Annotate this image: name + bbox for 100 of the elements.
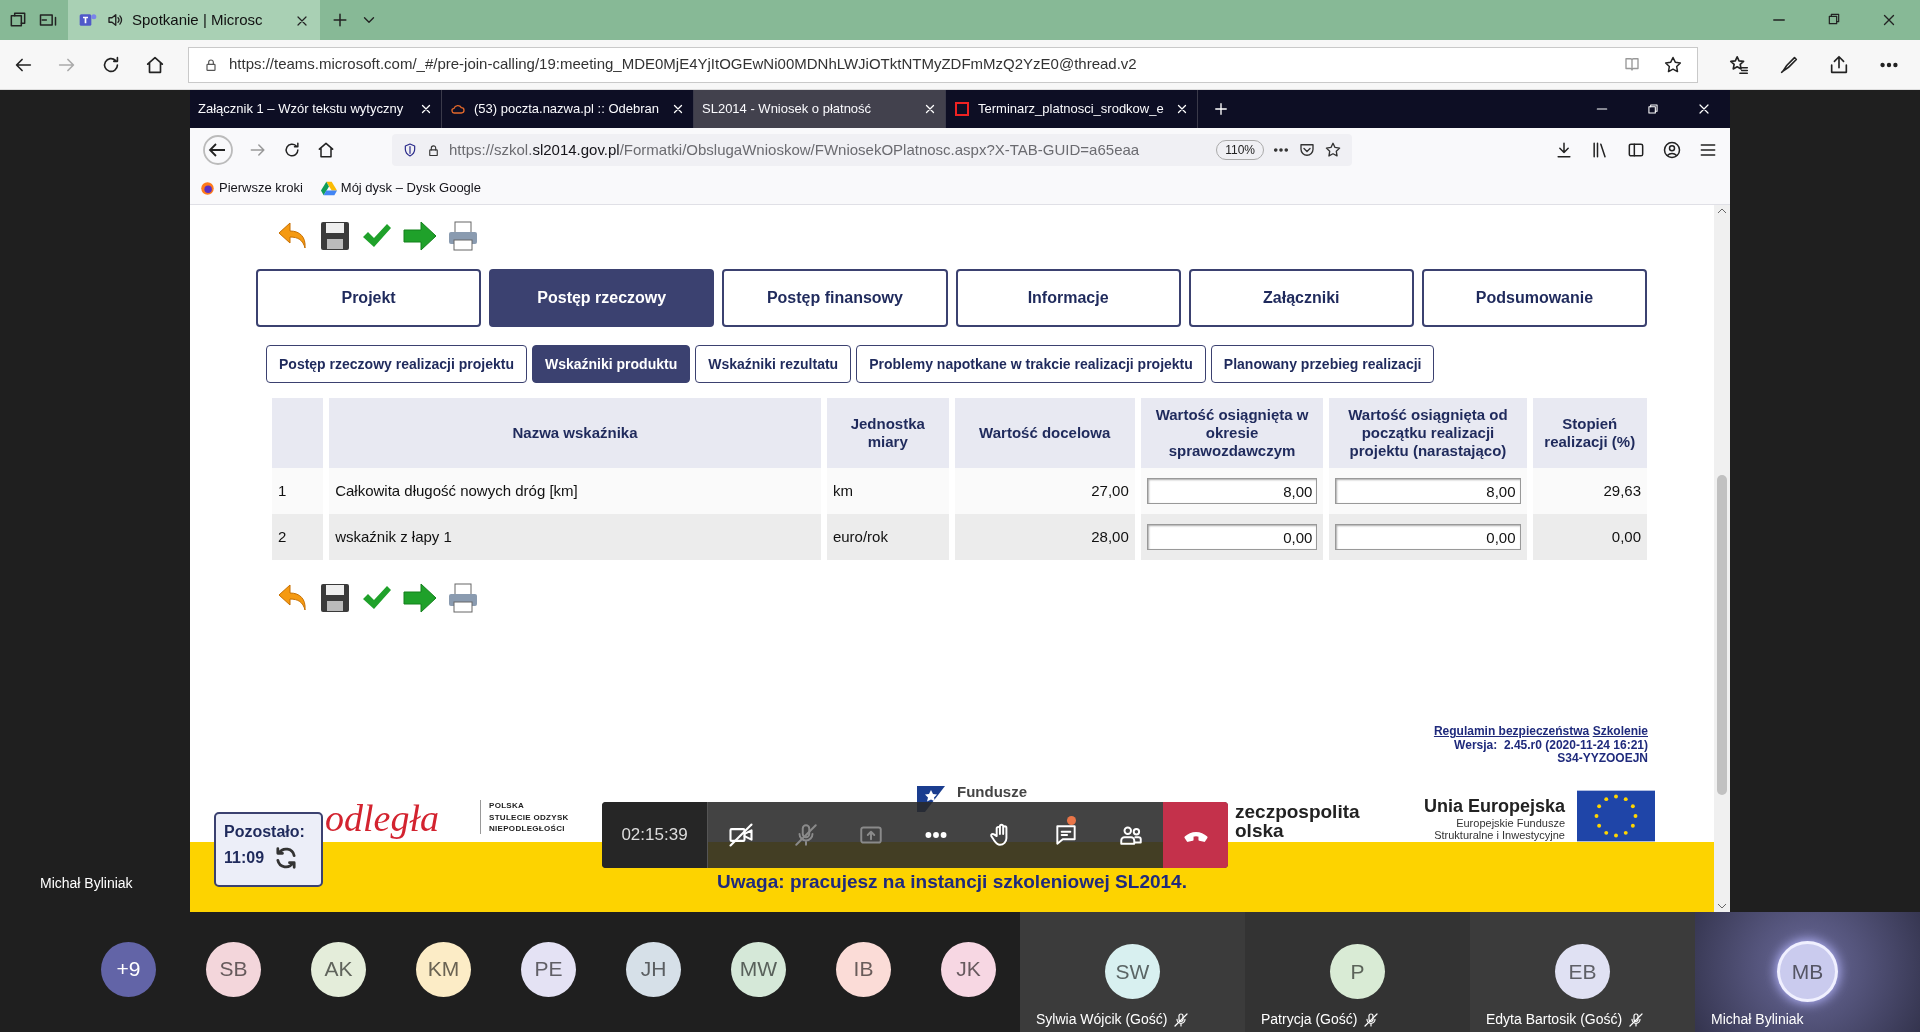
column-header: Wartość osiągnięta od początku realizacji projektu (narastająco) [1329,398,1527,468]
avatar: MB [1780,944,1835,999]
browser-tab[interactable]: SL2014 - Wniosek o płatność [694,90,946,128]
logo-text: POLSKA [489,800,526,812]
tab[interactable]: Podsumowanie [1421,269,1648,327]
table-cell: wskaźnik z łapy 1 [329,514,821,560]
address-field[interactable]: https://szkol.sl2014.gov.pl/Formatki/ObslugaWnioskow/FWniosekOPlatnosc.aspx?X-TAB-GUID=a65eaa 110% [392,134,1352,166]
table-cell: km [826,468,949,514]
table-cell: 0,00 [1532,514,1647,560]
lock-icon [426,142,441,158]
save-icon[interactable] [318,219,352,253]
subtab[interactable]: Wskaźniki rezultatu [695,345,852,383]
column-header: Wartość docelowa [954,398,1135,468]
arrow-right-icon[interactable] [402,219,438,253]
build-code: S34-YYZOOEJN [1557,751,1648,765]
input-field[interactable]: 0,00 [1335,524,1521,550]
table-cell: 1 [272,468,324,514]
tab[interactable]: Postęp finansowy [722,269,948,327]
logo-text: Europejskie Fundusze [1455,816,1565,830]
browser-tab[interactable]: Spotkanie | Microsc [68,0,320,40]
column-header: Stopień realizacji (%) [1532,398,1647,468]
drive-logo-icon [320,180,337,196]
input-field[interactable]: 8,00 [1146,478,1318,504]
scrollbar-thumb[interactable] [1717,475,1727,795]
participant-name: Edyta Bartosik (Gość) [1486,1010,1623,1029]
participant-name: Michał Byliniak [1711,1010,1804,1029]
countdown-label: Pozostało: [224,822,306,842]
home-icon[interactable] [316,140,336,160]
download-icon[interactable] [1554,140,1574,160]
arrow-right-icon[interactable] [402,581,438,615]
firefox-logo-icon [200,180,215,196]
pocket-icon[interactable] [1298,141,1316,159]
participant-name: Patrycja (Gość) [1261,1010,1358,1029]
save-icon[interactable] [318,581,352,615]
close-icon[interactable] [1175,102,1189,116]
restore-icon[interactable] [1826,11,1842,27]
bookmark[interactable]: Pierwsze kroki [200,178,303,198]
tab[interactable]: Załączniki [1188,269,1414,327]
close-icon[interactable] [671,102,685,116]
more-participants[interactable]: +9 [101,941,156,997]
account-icon[interactable] [1662,140,1682,160]
bookmark[interactable]: Mój dysk – Dysk Google [320,178,481,198]
share-icon[interactable] [1828,53,1850,76]
table-cell: 2 [272,514,324,560]
version-text: Wersja: 2.45.r0 (2020-11-24 16:21) [1454,738,1648,752]
close-icon[interactable] [419,102,433,116]
sidebar-icon[interactable] [1626,140,1646,160]
tab[interactable]: Postęp rzeczowy [489,269,715,327]
address-field[interactable]: https://teams.microsoft.com/_#/pre-join-calling/19:meeting_MDE0MjE4YjItOGEwNi00MDNhLWJiOTktNTMyZDFmMzQ2YzE0@thread.v2 [188,46,1698,83]
column-header: Jednostka miary [826,398,949,468]
lock-icon [203,56,219,73]
new-tab-icon[interactable] [1212,100,1230,118]
logo-text: NIEPODLEGŁOŚCI [489,822,566,834]
avatar: EB [1555,944,1610,999]
mic-off-icon [1173,1012,1190,1029]
url-text: https://szkol.sl2014.gov.pl/Formatki/ObslugaWnioskow/FWniosekOPlatnosc.aspx?X-TAB-GUID=a65eaa [449,139,1140,160]
tab-actions-icon[interactable] [8,10,28,30]
link[interactable]: Regulamin bezpieczeństwa [1433,724,1590,739]
avatar: PE [521,941,576,997]
restore-icon[interactable] [1646,102,1660,116]
favorites-icon[interactable] [1728,53,1750,76]
avatar: SW [1105,944,1160,999]
participant-name: Sylwia Wójcik (Gość) [1036,1010,1168,1029]
presenter-name: Michał Byliniak [40,874,133,893]
printer-icon[interactable] [446,219,480,253]
avatar: KM [416,941,471,997]
tab[interactable]: Projekt [256,269,482,327]
document-icon [954,101,970,117]
camera-off-icon[interactable] [726,821,755,849]
table-cell: 28,00 [954,514,1135,560]
subtab[interactable]: Planowany przebieg realizacji [1210,345,1435,383]
refresh-icon[interactable] [282,140,302,160]
tab[interactable]: Informacje [955,269,1181,327]
avatar: JH [626,941,681,997]
input-field[interactable]: 0,00 [1146,524,1318,550]
back-icon[interactable] [202,134,234,166]
logo-text: zeczpospolita [1235,802,1361,821]
avatar: IB [836,941,891,997]
countdown-time: 11:09 [224,848,265,868]
avatar: AK [311,941,366,997]
speaker-icon [106,11,124,29]
star-icon[interactable] [1324,141,1342,159]
table-cell: Całkowita długość nowych dróg [km] [329,468,821,514]
input-field[interactable]: 8,00 [1335,478,1521,504]
shield-icon[interactable] [402,142,418,158]
subtab[interactable]: Postęp rzeczowy realizacji projektu [266,345,527,383]
link[interactable]: Szkolenie [1592,724,1648,739]
logo-text: STULECIE ODZYSK [489,811,570,823]
star-icon[interactable] [1663,54,1683,75]
subtab[interactable]: Problemy napotkane w trakcie realizacji projektu [856,345,1206,383]
avatar: P [1330,944,1385,999]
subtab[interactable]: Wskaźniki produktu [532,345,691,383]
logo-text: Strukturalne i Inwestycyjne [1433,829,1565,842]
table-cell: euro/rok [826,514,949,560]
close-icon[interactable] [923,102,937,116]
hang-up-button[interactable] [1163,802,1228,868]
printer-icon[interactable] [446,581,480,615]
call-timer: 02:15:39 [602,802,708,868]
table-cell: 29,63 [1532,468,1647,514]
logo-text: olska [1235,821,1284,840]
